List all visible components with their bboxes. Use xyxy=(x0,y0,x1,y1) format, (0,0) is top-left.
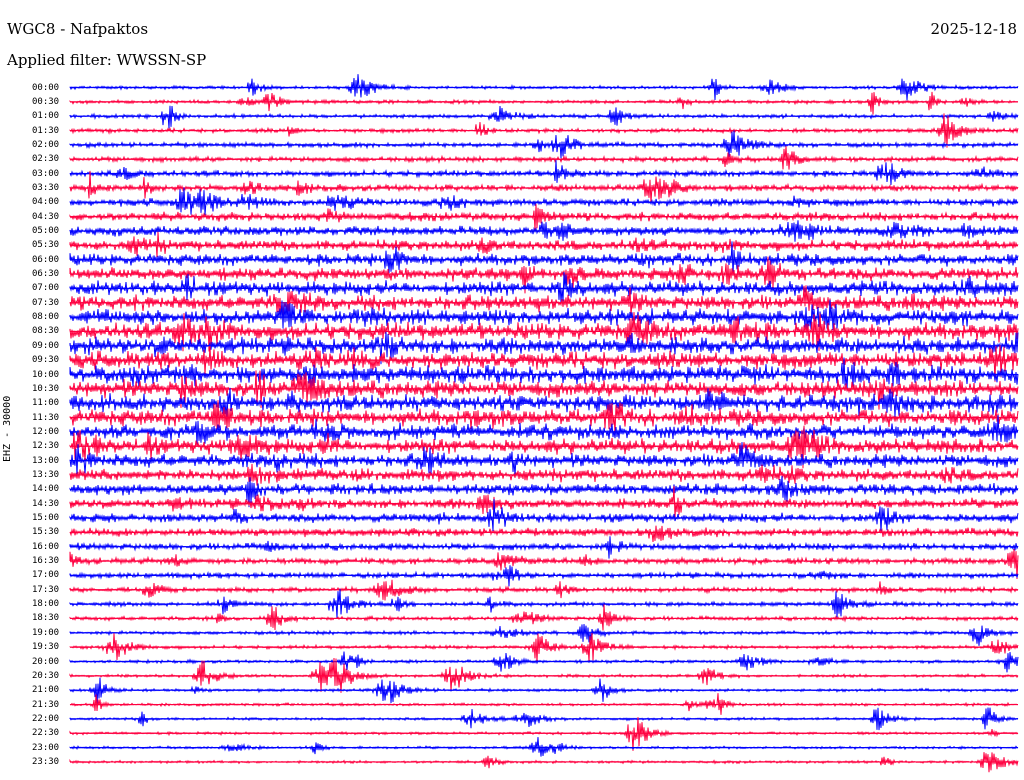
seismic-trace xyxy=(69,536,1019,559)
seismic-trace xyxy=(69,105,1019,129)
seismic-trace xyxy=(69,187,1019,216)
seismic-trace xyxy=(69,91,1019,115)
seismic-trace xyxy=(69,717,1019,751)
seismic-trace xyxy=(69,160,1019,185)
seismic-trace xyxy=(69,604,1019,631)
seismic-trace xyxy=(69,737,1019,757)
seismic-trace xyxy=(69,345,1019,382)
seismic-trace xyxy=(69,525,1019,542)
seismic-trace xyxy=(69,632,1019,664)
seismic-trace xyxy=(69,272,1019,303)
seismic-trace xyxy=(69,299,1019,331)
seismic-trace xyxy=(69,677,1019,707)
seismic-trace xyxy=(69,231,1019,258)
seismic-trace xyxy=(69,146,1019,170)
helicorder-plot xyxy=(69,74,1019,773)
